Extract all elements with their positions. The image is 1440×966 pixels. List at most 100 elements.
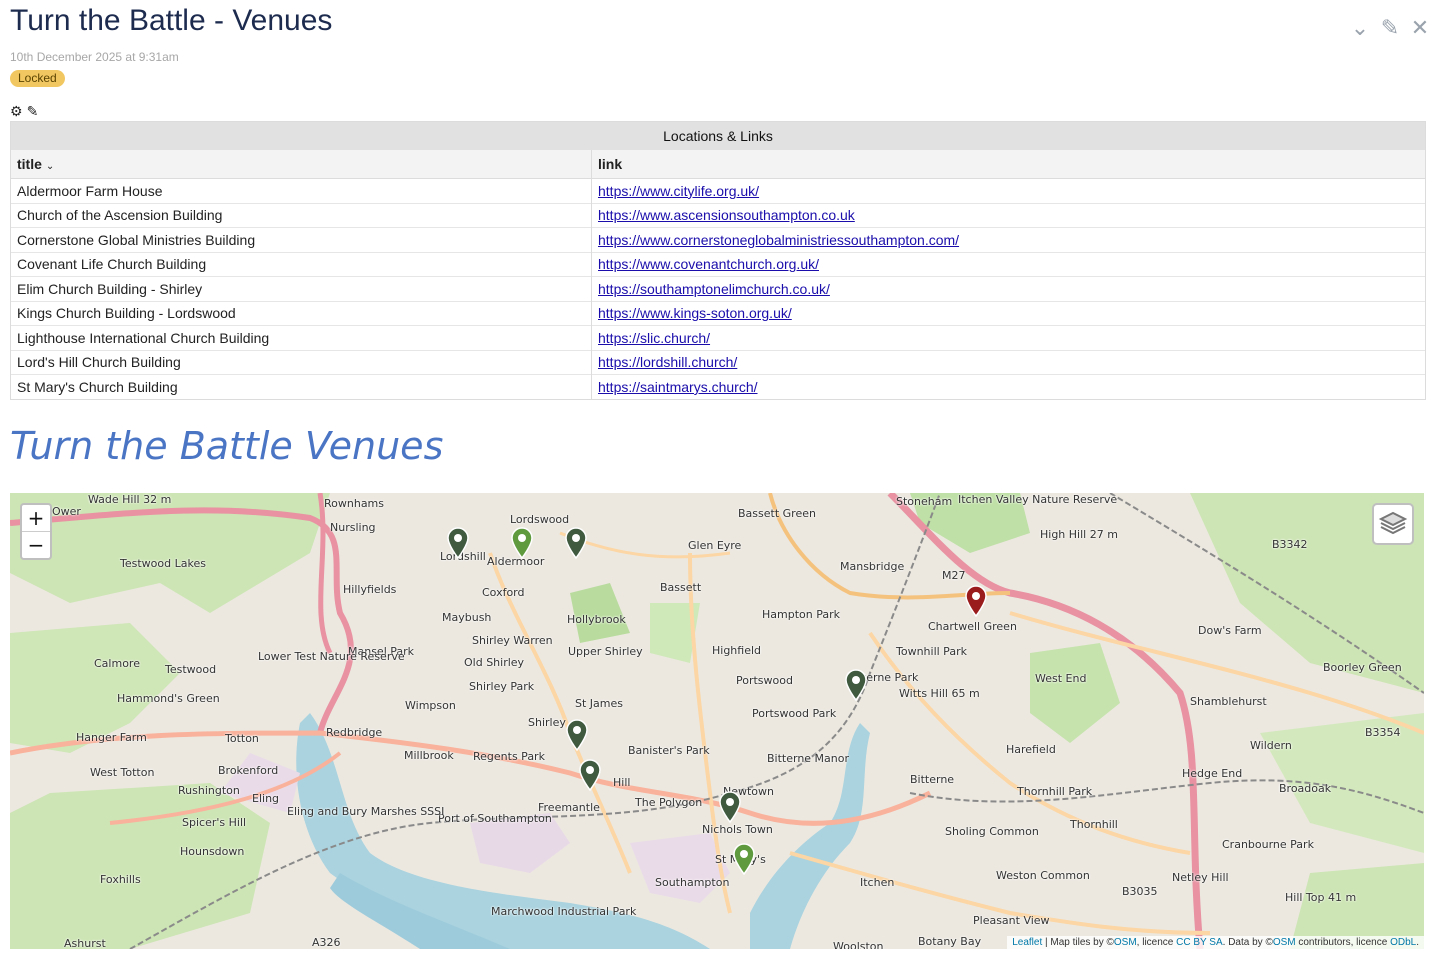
map-place-label: Banister's Park [628, 744, 710, 757]
map-pin-icon[interactable] [732, 843, 756, 876]
map-pin-icon[interactable] [964, 585, 988, 618]
sort-chevron-icon[interactable]: ⌄ [46, 161, 54, 172]
map-pin-icon[interactable] [510, 527, 534, 560]
column-header-title[interactable]: title ⌄ [11, 150, 592, 179]
map-place-label: Hedge End [1182, 767, 1243, 780]
gear-icon[interactable]: ⚙ [10, 103, 23, 119]
map-place-label: Rownhams [324, 497, 385, 510]
map-pin-icon[interactable] [844, 669, 868, 702]
table-row: Lord's Hill Church Building https://lords… [11, 349, 1425, 375]
venue-link[interactable]: https://www.citylife.org.uk/ [598, 183, 759, 199]
layers-icon [1378, 511, 1408, 535]
map-place-label: Wade Hill 32 m [88, 493, 172, 506]
map-place-label: Sholing Common [945, 825, 1039, 838]
map-place-label: Brokenford [218, 764, 279, 777]
table-toolbar: ⚙ ✎ [10, 103, 38, 119]
map-attribution: Leaflet | Map tiles by ©OSM, licence CC … [1007, 936, 1424, 949]
table-row: Aldermoor Farm House https://www.citylife… [11, 178, 1425, 203]
map-place-label: Hollybrook [567, 613, 626, 626]
zoom-in-button[interactable]: + [22, 505, 50, 532]
locked-badge[interactable]: Locked [10, 70, 65, 87]
venue-title-cell: Covenant Life Church Building [11, 251, 592, 277]
map-place-label: Hillyfields [343, 583, 397, 596]
venue-link[interactable]: https://www.cornerstoneglobalministriess… [598, 232, 959, 248]
map-place-label: Foxhills [100, 873, 141, 886]
map-place-label: A326 [312, 936, 341, 949]
venue-link[interactable]: https://saintmarys.church/ [598, 379, 758, 395]
map-place-label: Bitterne [910, 773, 955, 786]
leaflet-link[interactable]: Leaflet [1012, 937, 1042, 948]
odbl-link[interactable]: ODbL [1390, 937, 1416, 948]
edit-icon[interactable]: ✎ [27, 103, 39, 119]
map-place-label: Hill Top 41 m [1285, 891, 1357, 904]
map-place-label: Dow's Farm [1198, 624, 1262, 637]
map-place-label: Calmore [94, 657, 140, 670]
map-pin-icon[interactable] [578, 759, 602, 792]
map-place-label: Pleasant View [973, 914, 1050, 927]
venue-title-cell: Church of the Ascension Building [11, 202, 592, 228]
venue-title-cell: Kings Church Building - Lordswood [11, 300, 592, 326]
layers-button[interactable] [1372, 503, 1414, 545]
map-place-label: Hounsdown [180, 845, 245, 858]
map-place-label: West Totton [90, 766, 155, 779]
venue-link[interactable]: https://slic.church/ [598, 330, 710, 346]
venue-title-cell: Lighthouse International Church Building [11, 325, 592, 350]
map-place-label: Portswood Park [752, 707, 837, 720]
map-place-label: Rushington [178, 784, 240, 797]
table-caption: Locations & Links [11, 122, 1425, 150]
venue-link-cell: https://saintmarys.church/ [591, 374, 1425, 399]
map-pin-icon[interactable] [446, 527, 470, 560]
venue-link-cell: https://southamptonelimchurch.co.uk/ [591, 276, 1425, 301]
map-place-label: Redbridge [326, 726, 383, 739]
map-pin-icon[interactable] [564, 527, 588, 560]
venue-link[interactable]: https://www.ascensionsouthampton.co.uk [598, 207, 855, 223]
map-place-label: Eling [252, 792, 280, 805]
venue-link-cell: https://www.covenantchurch.org.uk/ [591, 251, 1425, 277]
table-row: Covenant Life Church Building https://www… [11, 251, 1425, 277]
table-row: Church of the Ascension Building https://… [11, 202, 1425, 228]
venue-link-cell: https://www.ascensionsouthampton.co.uk [591, 202, 1425, 228]
map-place-label: Upper Shirley [568, 645, 643, 658]
map-place-label: Bitterne Manor [767, 752, 850, 765]
chevron-down-icon[interactable]: ⌄ [1350, 14, 1370, 42]
venue-link[interactable]: https://www.kings-soton.org.uk/ [598, 305, 792, 321]
osm-link[interactable]: OSM [1114, 937, 1137, 948]
cc-by-sa-link[interactable]: CC BY SA [1176, 937, 1223, 948]
venues-map[interactable]: Lordswood Lordshill Aldermoor Bassett Green… [10, 493, 1424, 949]
map-place-label: Testwood Lakes [120, 557, 206, 570]
map-place-label: Boorley Green [1323, 661, 1402, 674]
map-place-label: Stoneham [896, 495, 953, 508]
map-pin-icon[interactable] [718, 791, 742, 824]
map-place-label: Netley Hill [1172, 871, 1229, 884]
osm-data-link[interactable]: OSM [1273, 937, 1296, 948]
venue-link-cell: https://www.cornerstoneglobalministriess… [591, 227, 1425, 252]
map-place-label: Eling and Bury Marshes SSSI [287, 805, 445, 818]
map-place-label: Mansbridge [840, 560, 905, 573]
venue-link[interactable]: https://southamptonelimchurch.co.uk/ [598, 281, 830, 297]
map-place-label: Regents Park [473, 750, 545, 763]
map-place-label: The Polygon [635, 796, 703, 809]
close-icon[interactable]: ✕ [1410, 14, 1430, 42]
map-place-label: Shirley [528, 716, 566, 729]
map-place-label: Weston Common [996, 869, 1090, 882]
map-place-label: Bassett [660, 581, 702, 594]
map-place-label: Lower Test Nature Reserve [258, 650, 405, 663]
map-place-label: Shirley Warren [472, 634, 553, 647]
map-place-label: Nichols Town [702, 823, 773, 836]
zoom-out-button[interactable]: − [22, 532, 50, 558]
edit-icon[interactable]: ✎ [1380, 14, 1400, 42]
venue-link[interactable]: https://www.covenantchurch.org.uk/ [598, 256, 819, 272]
map-place-label: Lordswood [510, 513, 570, 526]
map-place-label: Hammond's Green [117, 692, 220, 705]
map-place-label: Testwood [165, 663, 217, 676]
table-header-row: title ⌄ link [11, 150, 1425, 179]
venue-link-cell: https://slic.church/ [591, 325, 1425, 350]
table-row: St Mary's Church Building https://saintma… [11, 374, 1425, 399]
map-place-label: Nursling [330, 521, 376, 534]
column-header-link[interactable]: link [591, 150, 1425, 179]
map-place-label: B3342 [1272, 538, 1308, 551]
map-place-label: Glen Eyre [688, 539, 742, 552]
map-pin-icon[interactable] [565, 719, 589, 752]
map-place-label: Bassett Green [738, 507, 816, 520]
venue-link[interactable]: https://lordshill.church/ [598, 354, 737, 370]
